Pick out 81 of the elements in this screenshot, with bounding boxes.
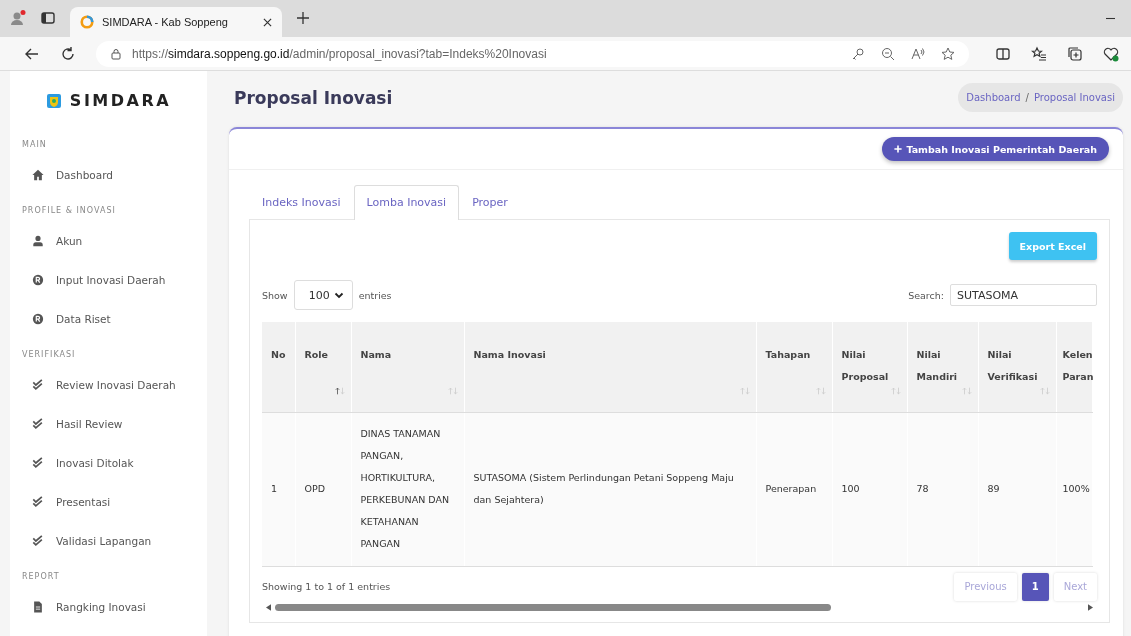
breadcrumb-separator: /	[1025, 92, 1029, 103]
column-header[interactable]: Nama Inovasi	[464, 322, 756, 412]
new-tab-icon[interactable]	[296, 11, 310, 25]
favorites-icon[interactable]	[1031, 45, 1047, 62]
collections-icon[interactable]	[1067, 45, 1083, 62]
sidebar-item[interactable]: Presentasi	[10, 494, 207, 510]
double-check-icon	[32, 457, 44, 469]
scroll-left-icon[interactable]	[266, 604, 271, 611]
section-heading: VERIFIKASI	[21, 350, 77, 359]
star-icon[interactable]	[941, 46, 955, 61]
double-check-icon	[32, 418, 44, 430]
entries-select[interactable]: 100	[293, 280, 353, 310]
sidebar-item[interactable]: Akun	[10, 233, 207, 249]
tab-title: SIMDARA - Kab Soppeng	[102, 16, 229, 28]
registered-icon	[32, 313, 44, 325]
tab[interactable]: Indeks Inovasi	[249, 185, 354, 219]
profile-icon[interactable]	[10, 10, 26, 26]
lock-icon	[110, 47, 122, 60]
tab-actions-icon[interactable]	[40, 10, 56, 26]
table-cell: OPD	[295, 412, 351, 566]
table-cell: 89	[978, 412, 1056, 566]
section-heading: PROFILE & INOVASI	[21, 206, 117, 215]
tab[interactable]: Lomba Inovasi	[353, 185, 460, 220]
column-header[interactable]: Role	[295, 322, 351, 412]
column-header[interactable]: Nilai Verifikasi	[978, 322, 1056, 412]
sidebar-item[interactable]: Input Inovasi Daerah	[10, 272, 207, 288]
column-header[interactable]: No	[262, 322, 295, 412]
registered-icon	[32, 274, 44, 286]
sidebar-item[interactable]: Inovasi Ditolak	[10, 455, 207, 471]
double-check-icon	[32, 535, 44, 547]
entries-label: entries	[358, 289, 392, 301]
key-icon[interactable]	[851, 46, 865, 61]
table-info: Showing 1 to 1 of 1 entries	[262, 581, 391, 592]
add-innovation-button[interactable]: Tambah Inovasi Pemerintah Daerah	[882, 137, 1109, 161]
column-header[interactable]: Tahapan	[756, 322, 832, 412]
health-icon[interactable]	[1103, 45, 1119, 62]
sidebar-item[interactable]: Rangking Inovasi	[10, 599, 207, 615]
browser-tab[interactable]: SIMDARA - Kab Soppeng	[70, 7, 282, 37]
refresh-icon[interactable]	[60, 45, 76, 62]
column-header[interactable]: Nama	[351, 322, 464, 412]
breadcrumb-link[interactable]: Proposal Inovasi	[1033, 92, 1115, 103]
pagination-button[interactable]: 1	[1021, 572, 1049, 601]
search-field[interactable]: SUTASOMA	[950, 284, 1097, 306]
sidebar-item[interactable]: Review Inovasi Daerah	[10, 377, 207, 393]
brand-name: SIMDARA	[69, 91, 172, 110]
tab[interactable]: Proper	[459, 185, 521, 219]
table-cell: Penerapan	[756, 412, 832, 566]
table-cell: SUTASOMA (Sistem Perlindungan Petani Soppeng Maju dan Sejahtera)	[464, 412, 756, 566]
close-icon[interactable]	[263, 17, 272, 27]
sidebar-item[interactable]: Data Riset	[10, 311, 207, 327]
split-screen-icon[interactable]	[995, 45, 1011, 62]
page-title: Proposal Inovasi	[234, 87, 393, 108]
double-check-icon	[32, 379, 44, 391]
sidebar-item[interactable]: Hasil Review	[10, 416, 207, 432]
chevron-down-icon	[333, 290, 344, 300]
zoom-out-icon[interactable]	[881, 46, 895, 61]
table-cell: DINAS TANAMAN PANGAN, HORTIKULTURA, PERKEBUNAN DAN KETAHANAN PANGAN	[351, 412, 464, 566]
search-label: Search:	[908, 289, 944, 301]
scroll-right-icon[interactable]	[1088, 604, 1093, 611]
section-heading: REPORT	[21, 572, 61, 581]
plus-icon	[894, 145, 903, 153]
read-aloud-icon[interactable]	[911, 46, 925, 61]
table-cell: 100	[832, 412, 907, 566]
sidebar-item[interactable]: Dashboard	[10, 167, 207, 183]
sidebar-item[interactable]: Validasi Lapangan	[10, 533, 207, 549]
home-icon	[32, 169, 44, 181]
file-icon	[32, 601, 44, 613]
address-field[interactable]: https://simdara.soppeng.go.id/admin/proposal_inovasi?tab=Indeks%20Inovasi	[96, 40, 969, 67]
logo-icon	[45, 91, 62, 110]
table-cell: 100%	[1056, 412, 1092, 566]
section-heading: MAIN	[21, 140, 48, 149]
column-header[interactable]: Nilai Mandiri	[907, 322, 978, 412]
table-cell: 1	[262, 412, 295, 566]
double-check-icon	[32, 496, 44, 508]
column-header[interactable]: Nilai Proposal	[832, 322, 907, 412]
site-favicon-icon	[80, 15, 94, 29]
table-cell: 78	[907, 412, 978, 566]
show-label: Show	[262, 289, 288, 301]
user-icon	[32, 235, 44, 247]
breadcrumb-link[interactable]: Dashboard	[966, 92, 1021, 103]
column-header[interactable]: Kelen Paran	[1056, 322, 1092, 412]
